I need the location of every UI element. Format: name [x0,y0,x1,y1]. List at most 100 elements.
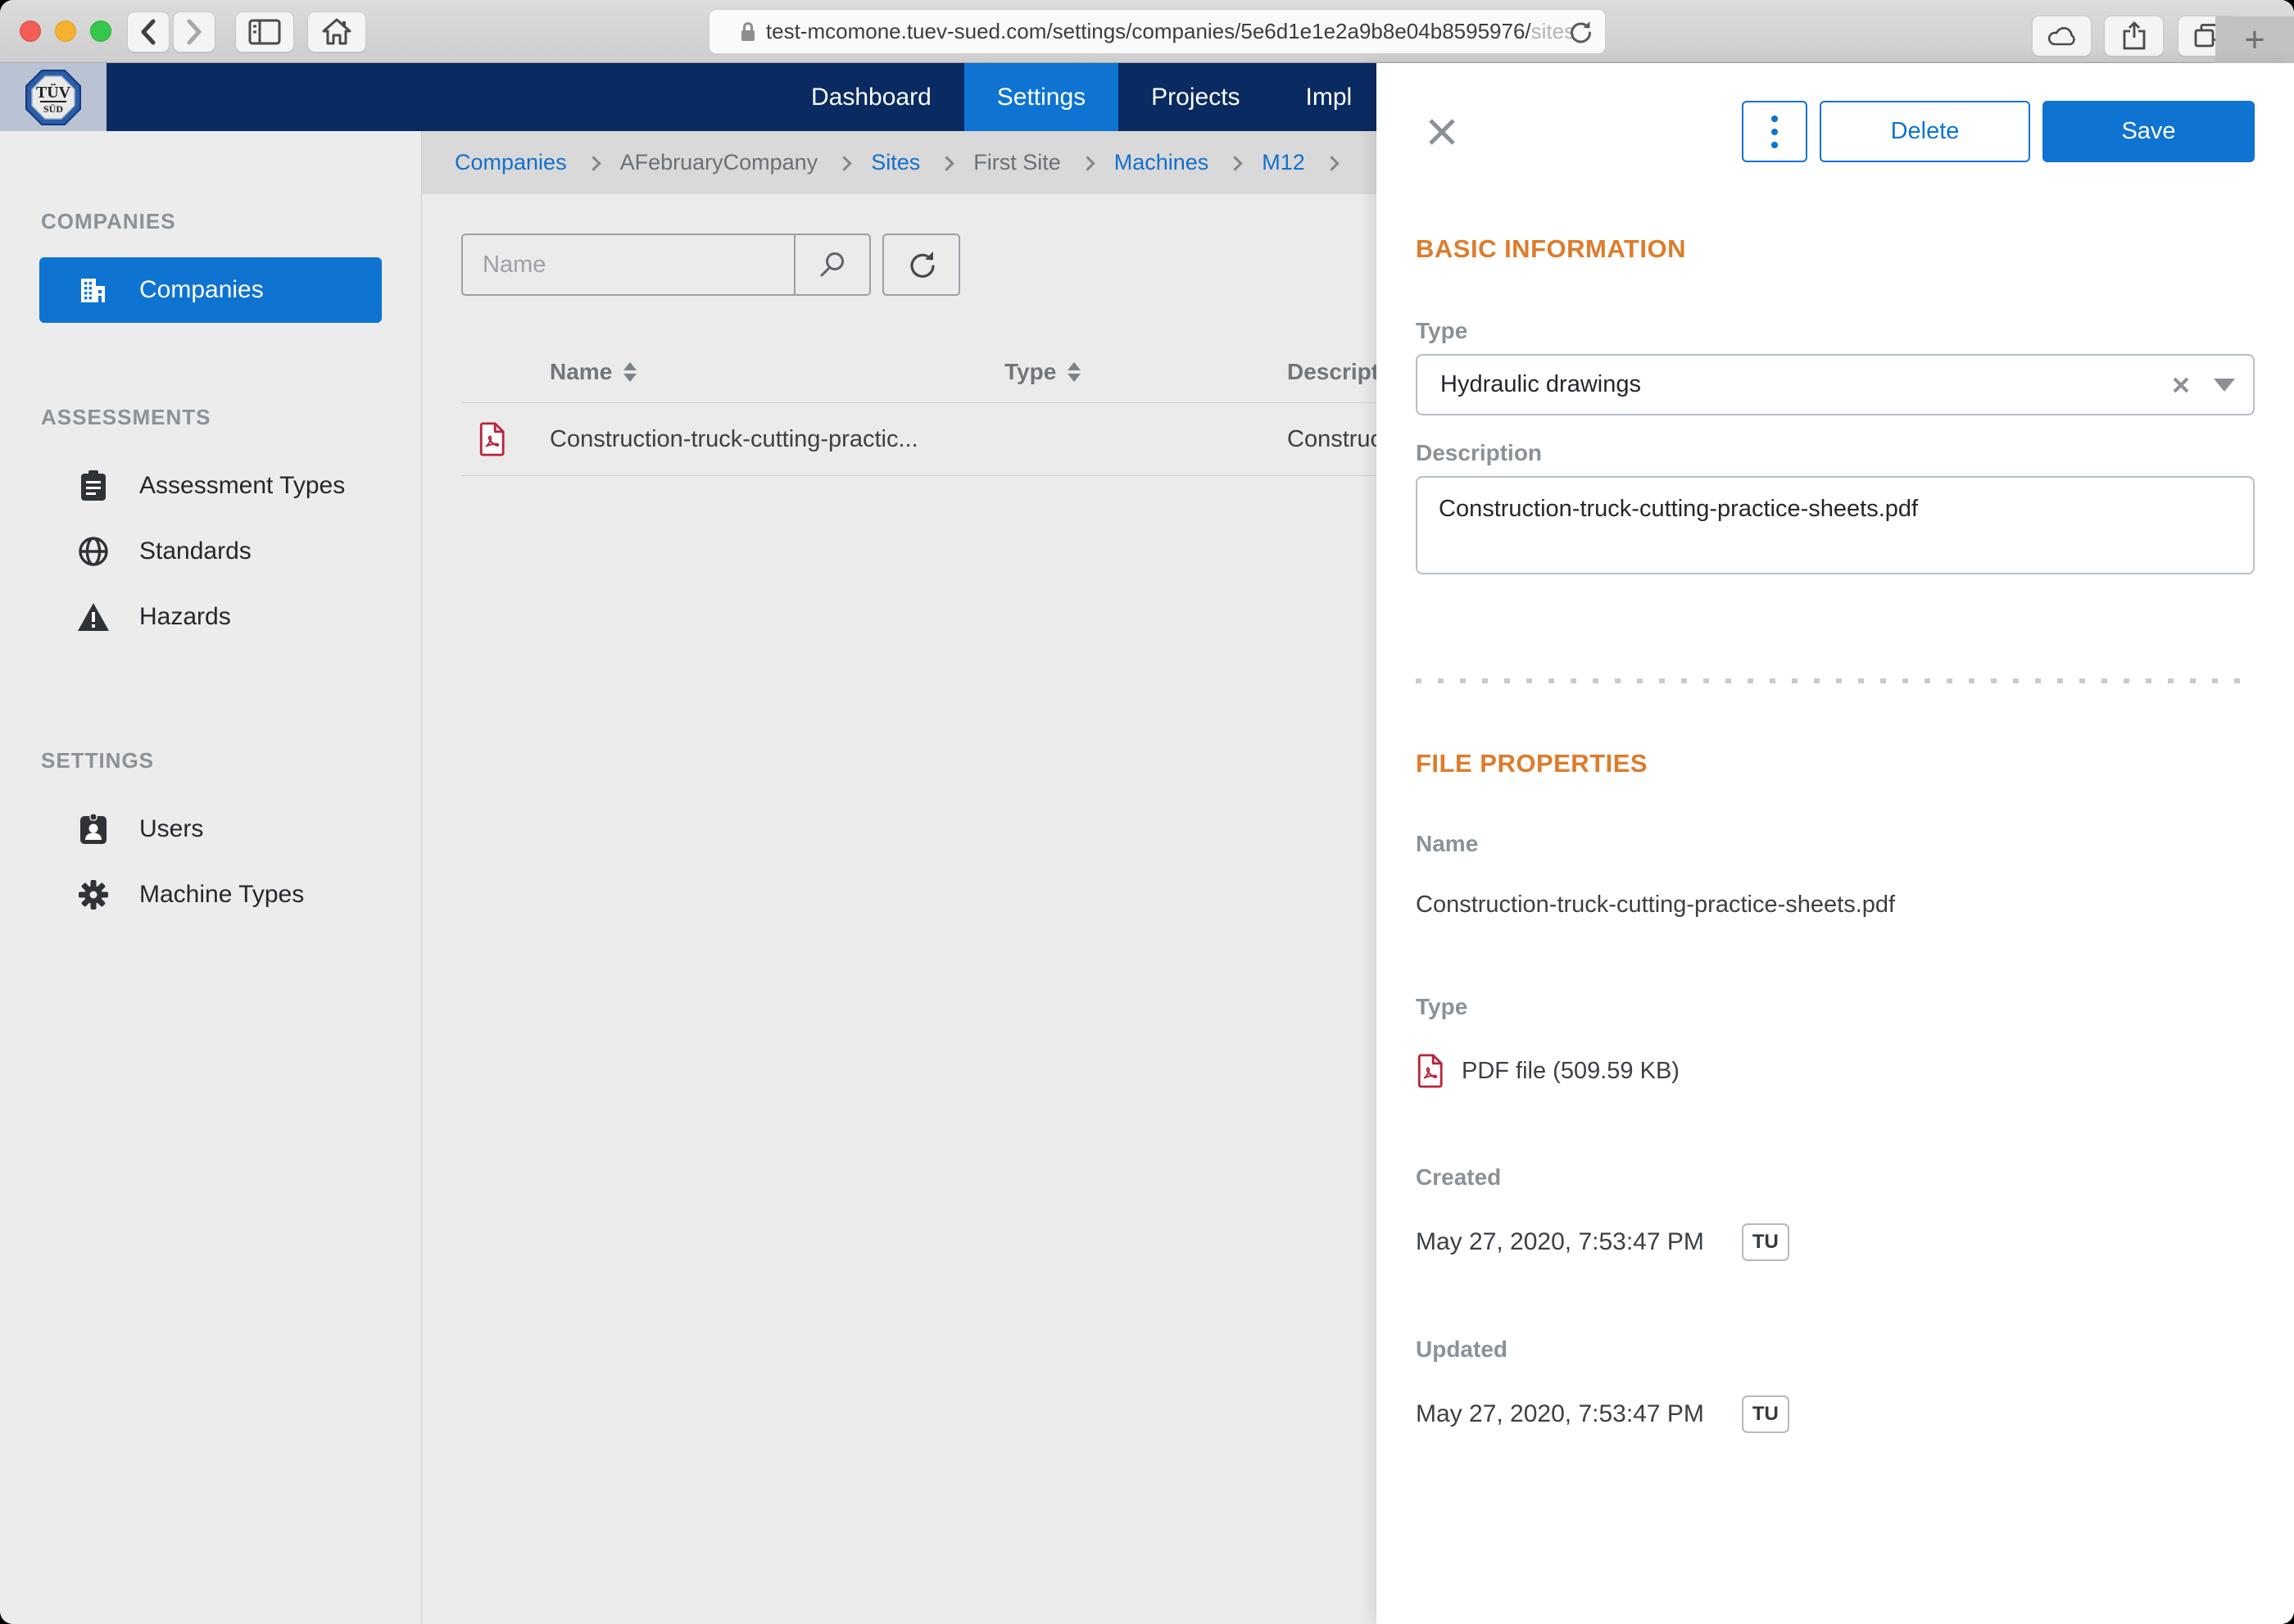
type-property-value: PDF file (509.59 KB) [1462,1058,1680,1085]
zoom-window-button[interactable] [90,20,111,42]
close-panel-button[interactable] [1422,112,1462,152]
nav-tab-dashboard[interactable]: Dashboard [778,63,964,131]
created-property-label: Created [1416,1164,2255,1191]
column-header-type[interactable]: Type [1004,359,1056,385]
dotted-divider [1416,678,2255,683]
nav-tab-implementation[interactable]: Impl [1273,63,1385,131]
chevron-right-icon [1228,156,1243,170]
globe-icon [75,535,111,568]
new-tab-button[interactable]: + [2215,16,2294,63]
breadcrumb-machines[interactable]: Machines [1114,150,1209,175]
updated-property-label: Updated [1416,1336,2255,1363]
search-input[interactable] [463,235,794,294]
gear-icon [75,878,111,911]
user-badge-icon [75,813,111,846]
chevron-right-icon [586,156,601,170]
kebab-icon [1771,116,1778,122]
lock-icon [740,21,756,43]
icloud-tabs-button[interactable] [2032,16,2092,57]
address-bar[interactable]: test-mcomone.tuev-sued.com/settings/comp… [709,9,1606,54]
pdf-file-icon [478,421,505,457]
home-button[interactable] [307,11,366,52]
tuv-sued-logo-icon: TÜV SÜD [24,68,83,127]
save-button[interactable]: Save [2042,101,2255,162]
browser-toolbar: test-mcomone.tuev-sued.com/settings/comp… [0,0,2294,63]
updated-property-row: May 27, 2020, 7:53:47 PM TU [1416,1395,2255,1433]
sidebar-item-machine-types[interactable]: Machine Types [0,862,421,928]
sidebar-item-label: Hazards [139,603,231,631]
panel-actions: Delete Save [1742,101,2255,162]
description-field-label: Description [1416,440,2255,466]
sidebar-item-hazards[interactable]: Hazards [0,584,421,650]
search-icon [818,250,847,279]
breadcrumb-sites[interactable]: Sites [871,150,920,175]
panel-header: Delete Save [1416,101,2255,162]
sidebar-item-label: Users [139,815,203,843]
forward-button[interactable] [173,11,215,52]
user-initials-badge: TU [1742,1223,1789,1261]
chevron-right-icon [836,156,851,170]
app-logo[interactable]: TÜV SÜD [0,63,107,131]
basic-information-heading: BASIC INFORMATION [1416,234,2255,264]
name-property-value: Construction-truck-cutting-practice-shee… [1416,891,2255,919]
close-window-button[interactable] [20,20,41,42]
breadcrumb-companies[interactable]: Companies [455,150,567,175]
nav-tabs: Dashboard Settings Projects Impl [778,63,1385,131]
back-icon [138,18,159,46]
sidebar-item-standards[interactable]: Standards [0,519,421,584]
browser-window: test-mcomone.tuev-sued.com/settings/comp… [0,0,2294,1624]
search-button[interactable] [794,235,869,294]
type-field-label: Type [1416,318,2255,344]
pdf-file-icon [1416,1053,1444,1089]
breadcrumb-machine[interactable]: M12 [1262,150,1305,175]
window-controls [20,20,111,42]
sort-icon[interactable] [623,362,637,382]
sidebar-section-settings: SETTINGS [41,748,421,773]
sort-icon[interactable] [1068,362,1081,382]
more-options-button[interactable] [1742,101,1807,162]
file-properties-heading: FILE PROPERTIES [1416,749,2255,778]
sidebar-item-label: Assessment Types [139,472,345,500]
building-icon [75,274,111,306]
type-property-row: PDF file (509.59 KB) [1416,1053,2255,1089]
chevron-right-icon [940,156,954,170]
minimize-window-button[interactable] [55,20,76,42]
type-select[interactable]: Hydraulic drawings [1416,354,2255,415]
chevron-right-icon [1080,156,1095,170]
cloud-icon [2047,25,2078,48]
svg-text:SÜD: SÜD [43,103,63,115]
delete-button[interactable]: Delete [1820,101,2030,162]
reload-icon[interactable] [1567,20,1592,46]
sidebar-toggle-button[interactable] [235,11,294,52]
type-property-label: Type [1416,994,2255,1020]
user-initials-badge: TU [1742,1395,1789,1433]
sidebar-item-label: Standards [139,538,252,565]
refresh-button[interactable] [882,234,960,296]
sidebar-item-companies[interactable]: Companies [39,257,382,323]
share-button[interactable] [2104,16,2164,57]
breadcrumb-site: First Site [973,150,1061,175]
svg-text:TÜV: TÜV [36,83,71,102]
plus-icon: + [2244,22,2265,58]
sidebar: COMPANIES Companies ASSESSMENTS Assessme… [0,131,422,1624]
file-detail-panel: Delete Save BASIC INFORMATION Type Hydra… [1376,63,2294,1624]
sidebar-icon [248,19,281,45]
nav-tab-settings[interactable]: Settings [964,63,1118,131]
column-header-name[interactable]: Name [550,359,612,385]
description-textarea[interactable]: Construction-truck-cutting-practice-shee… [1416,476,2255,574]
sidebar-item-assessment-types[interactable]: Assessment Types [0,453,421,519]
refresh-icon [907,249,936,280]
sidebar-section-assessments: ASSESSMENTS [41,405,421,430]
dropdown-caret-icon[interactable] [2214,379,2235,392]
clear-icon[interactable] [2171,375,2191,395]
sidebar-item-label: Companies [139,276,264,304]
file-name-cell: Construction-truck-cutting-practic... [550,426,918,453]
warning-triangle-icon [75,601,111,633]
created-property-value: May 27, 2020, 7:53:47 PM [1416,1228,1704,1256]
clipboard-icon [75,470,111,502]
breadcrumb-company: AFebruaryCompany [620,150,818,175]
back-button[interactable] [127,11,170,52]
search-input-group [461,234,871,296]
sidebar-item-users[interactable]: Users [0,796,421,862]
nav-tab-projects[interactable]: Projects [1118,63,1272,131]
